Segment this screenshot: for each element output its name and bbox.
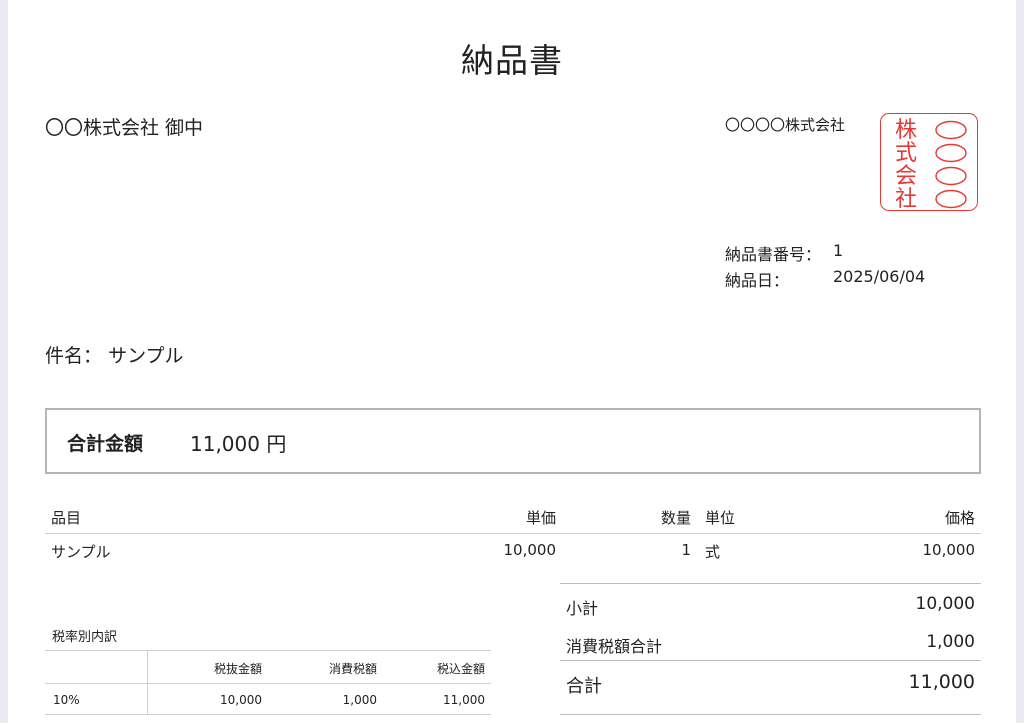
- item-quantity: 1: [681, 541, 691, 559]
- summary-table: 小計 10,000 消費税額合計 1,000 合計 11,000: [560, 583, 981, 705]
- grand-total-row: 合計 11,000: [560, 660, 981, 705]
- header-unit: 単位: [705, 509, 736, 527]
- tax-total-label: 消費税額合計: [566, 637, 663, 656]
- tax-amount: 1,000: [342, 693, 377, 707]
- grand-total-value: 11,000: [908, 671, 975, 693]
- delivery-date-label: 納品日：: [725, 271, 790, 290]
- svg-text:式: 式: [895, 141, 917, 166]
- table-row: サンプル 10,000 1 式 10,000: [45, 534, 981, 568]
- item-name: サンプル: [51, 543, 111, 561]
- tax-header-tax: 消費税額: [328, 662, 377, 676]
- subtotal-row: 小計 10,000: [560, 584, 981, 622]
- summary-bottom-divider: [560, 714, 981, 715]
- issuer-name: 〇〇〇〇株式会社: [725, 116, 846, 134]
- subject-value: サンプル: [108, 345, 184, 367]
- header-item-name: 品目: [51, 509, 82, 527]
- table-row: 10% 10,000 1,000 11,000: [45, 684, 491, 716]
- delivery-date-value: 2025/06/04: [833, 267, 926, 286]
- svg-text:会: 会: [895, 164, 917, 189]
- item-price: 10,000: [922, 541, 976, 559]
- total-amount-box: 合計金額 11,000 円: [45, 408, 981, 474]
- header-unit-price: 単価: [525, 509, 556, 527]
- tax-excl-amount: 10,000: [220, 693, 262, 707]
- tax-table-header: 税抜金額 消費税額 税込金額: [45, 651, 491, 684]
- tax-header-excl: 税抜金額: [213, 662, 262, 676]
- delivery-number-label: 納品書番号：: [725, 245, 822, 264]
- tax-rate: 10%: [53, 693, 80, 707]
- header-quantity: 数量: [660, 509, 691, 527]
- subtotal-value: 10,000: [915, 594, 975, 614]
- item-unit-price: 10,000: [503, 541, 557, 559]
- tax-total-value: 1,000: [926, 632, 975, 652]
- tax-total-row: 消費税額合計 1,000: [560, 622, 981, 660]
- total-amount-value: 11,000 円: [190, 432, 287, 456]
- company-seal-stamp: 株 式 会 社: [880, 113, 978, 211]
- total-amount-label: 合計金額: [67, 433, 144, 455]
- subject: 件名： サンプル: [45, 341, 184, 368]
- delivery-note-page: 納品書 〇〇株式会社 御中 〇〇〇〇株式会社 株 式 会 社 納品書番号： 1 …: [8, 0, 1016, 723]
- delivery-number-value: 1: [833, 241, 844, 260]
- tax-breakdown-caption: 税率別内訳: [52, 630, 118, 645]
- svg-text:社: 社: [895, 187, 917, 210]
- tax-header-incl: 税込金額: [436, 662, 485, 676]
- document-title: 納品書: [461, 41, 563, 80]
- tax-incl-amount: 11,000: [443, 693, 485, 707]
- items-table-header: 品目 単価 数量 単位 価格: [45, 503, 981, 534]
- client-name: 〇〇株式会社 御中: [45, 117, 204, 139]
- svg-text:株: 株: [895, 118, 917, 143]
- header-price: 価格: [944, 509, 975, 527]
- subject-label: 件名：: [45, 345, 103, 367]
- tax-breakdown-table: 税抜金額 消費税額 税込金額 10% 10,000 1,000 11,000: [45, 650, 491, 716]
- tax-table-bottom-divider: [45, 714, 491, 715]
- items-table: 品目 単価 数量 単位 価格 サンプル 10,000 1 式 10,000: [45, 503, 981, 568]
- subtotal-label: 小計: [566, 599, 599, 618]
- item-unit: 式: [705, 543, 721, 561]
- grand-total-label: 合計: [566, 676, 602, 697]
